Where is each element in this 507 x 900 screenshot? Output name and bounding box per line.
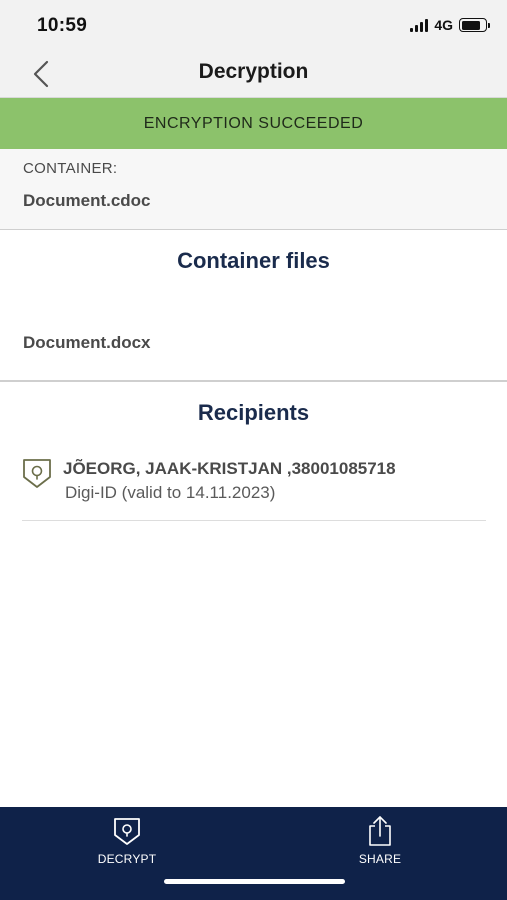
file-item[interactable]: Document.docx <box>23 333 151 353</box>
success-banner: ENCRYPTION SUCCEEDED <box>0 98 507 149</box>
status-time: 10:59 <box>37 15 88 36</box>
decrypt-shield-icon <box>111 815 143 847</box>
navigation-bar: Decryption <box>0 50 507 98</box>
container-info: CONTAINER: Document.cdoc <box>0 149 507 230</box>
home-indicator[interactable] <box>164 879 345 884</box>
page-title: Decryption <box>198 60 309 83</box>
share-label: SHARE <box>358 852 402 866</box>
success-banner-text: ENCRYPTION SUCCEEDED <box>143 114 364 132</box>
shield-id-icon <box>23 459 51 488</box>
signal-icon <box>410 18 429 32</box>
share-button[interactable]: SHARE <box>330 815 430 871</box>
container-name: Document.cdoc <box>23 191 151 210</box>
status-indicators: 4G <box>410 17 490 33</box>
recipient-name: JÕEORG, JAAK-KRISTJAN ,38001085718 <box>63 459 396 478</box>
share-icon <box>364 815 396 847</box>
section-divider <box>0 380 507 382</box>
recipients-heading: Recipients <box>197 400 310 425</box>
battery-icon <box>459 18 490 32</box>
container-files-heading: Container files <box>177 248 330 273</box>
recipient-detail: Digi-ID (valid to 14.11.2023) <box>65 483 276 502</box>
bottom-toolbar: DECRYPT SHARE <box>0 807 507 900</box>
decrypt-button[interactable]: DECRYPT <box>77 815 177 871</box>
network-type: 4G <box>434 17 453 33</box>
container-label: CONTAINER: <box>23 160 118 177</box>
decrypt-label: DECRYPT <box>97 852 157 866</box>
recipient-item[interactable]: JÕEORG, JAAK-KRISTJAN ,38001085718 Digi-… <box>22 455 486 521</box>
status-bar: 10:59 4G <box>0 0 507 50</box>
